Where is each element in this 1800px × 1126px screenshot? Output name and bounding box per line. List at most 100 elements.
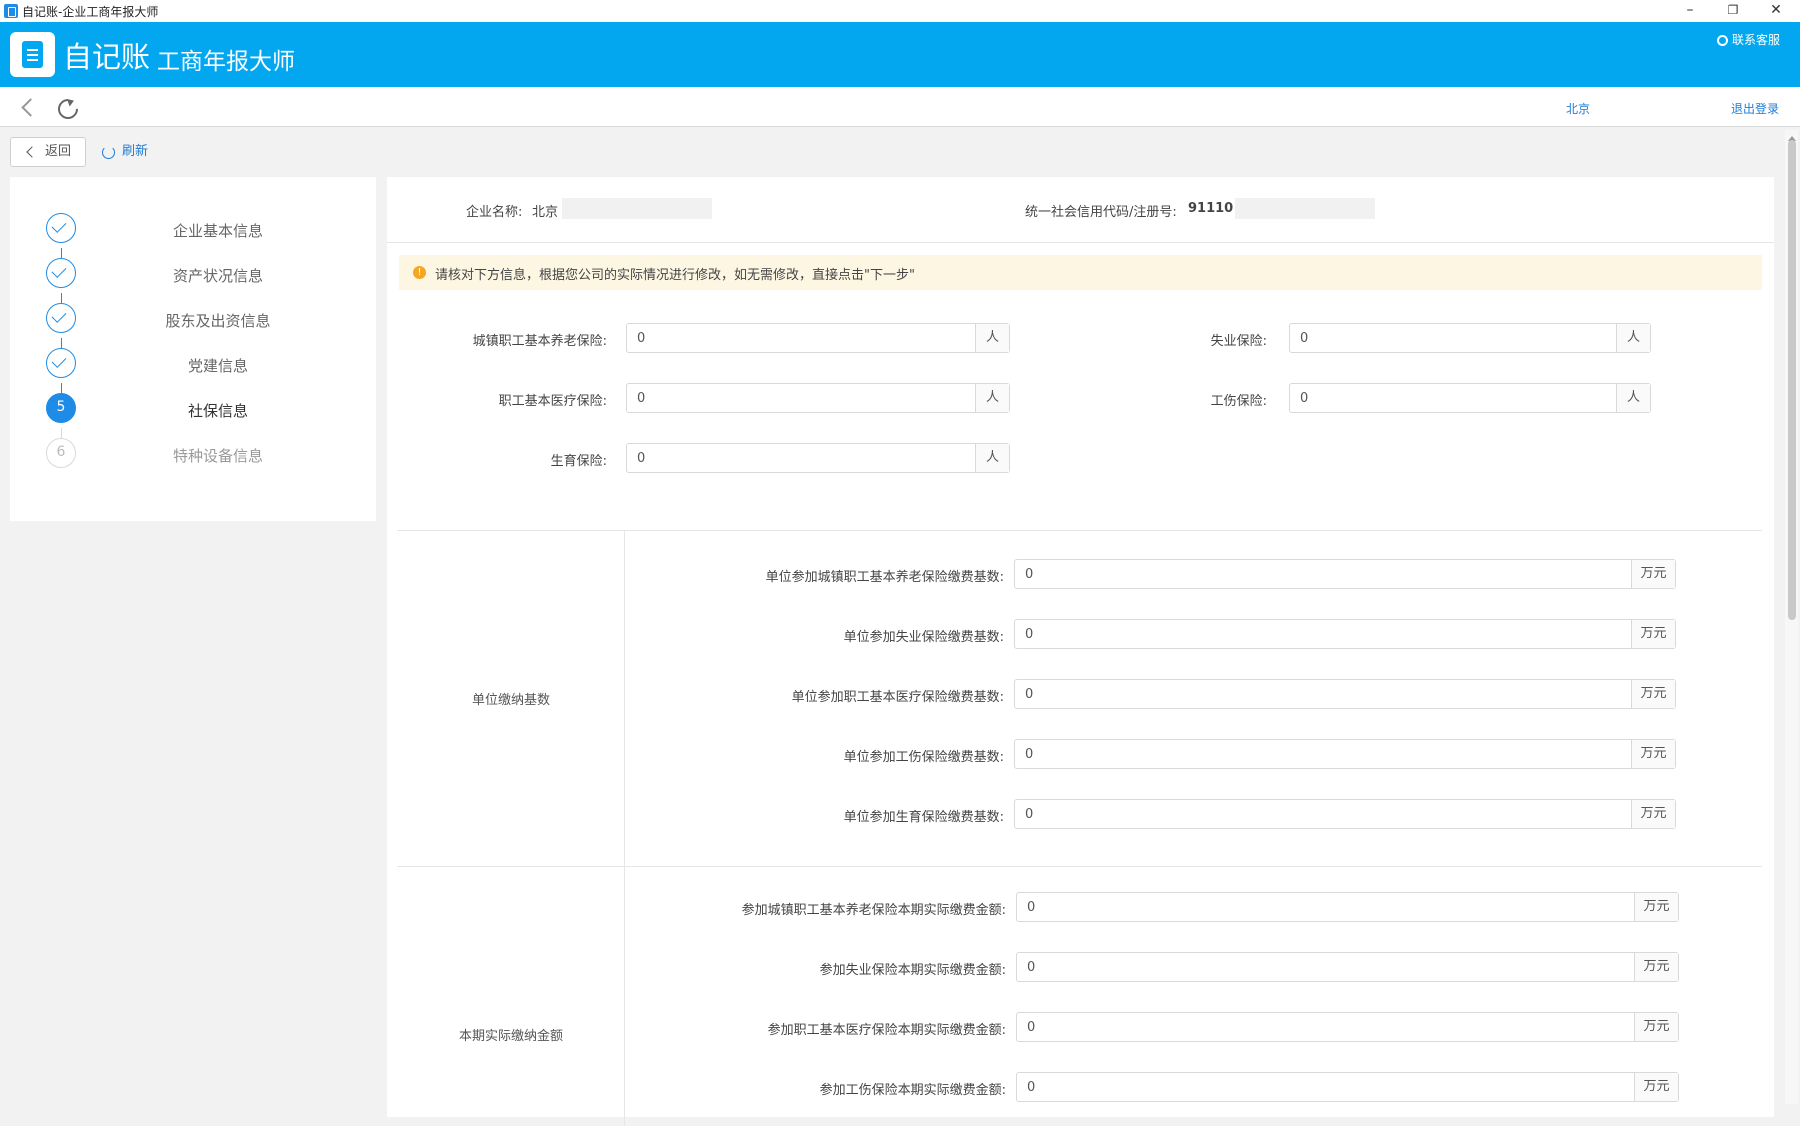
company-name-value: 北京 — [532, 205, 559, 220]
unit-label: 人 — [1616, 324, 1650, 352]
scroll-thumb[interactable] — [1788, 140, 1796, 620]
logout-link[interactable]: 退出登录 — [1731, 100, 1779, 117]
step-special-equipment[interactable]: 6 特种设备信息 — [10, 433, 376, 473]
injury-count-label: 工伤保险: — [1210, 394, 1267, 409]
unit-label: 人 — [975, 384, 1009, 412]
step-assets[interactable]: 资产状况信息 — [10, 253, 376, 293]
step-label: 股东及出资信息 — [165, 312, 271, 330]
check-icon — [46, 258, 76, 288]
base-medical-input[interactable] — [1015, 680, 1633, 708]
step-label: 社保信息 — [187, 402, 248, 420]
notice-banner: ! 请核对下方信息，根据您公司的实际情况进行修改，如无需修改，直接点击"下一步" — [399, 255, 1762, 290]
step-number: 5 — [46, 393, 76, 423]
credit-code-value: 91110 — [1188, 201, 1234, 216]
unit-label: 万元 — [1631, 620, 1675, 648]
check-icon — [46, 348, 76, 378]
medical-count-field: 人 — [626, 383, 1010, 413]
unit-label: 万元 — [1634, 893, 1678, 921]
step-company-basic[interactable]: 企业基本信息 — [10, 208, 376, 248]
unemployment-count-label: 失业保险: — [1210, 334, 1267, 349]
paid-injury-label: 参加工伤保险本期实际缴费金额: — [819, 1083, 1006, 1098]
paid-unemployment-field: 万元 — [1016, 952, 1679, 982]
close-button[interactable]: ✕ — [1756, 0, 1796, 22]
step-label: 特种设备信息 — [172, 447, 263, 465]
restore-button[interactable]: ❐ — [1713, 0, 1753, 22]
base-unemployment-input[interactable] — [1015, 620, 1633, 648]
unit-label: 万元 — [1631, 560, 1675, 588]
unit-label: 万元 — [1634, 1073, 1678, 1101]
base-pension-field: 万元 — [1014, 559, 1676, 589]
base-injury-label: 单位参加工伤保险缴费基数: — [843, 750, 1004, 765]
paid-pension-label: 参加城镇职工基本养老保险本期实际缴费金额: — [741, 903, 1006, 918]
base-maternity-input[interactable] — [1015, 800, 1633, 828]
section-side — [397, 867, 625, 1126]
step-social-insurance[interactable]: 5 社保信息 — [10, 388, 376, 428]
injury-count-input[interactable] — [1290, 384, 1618, 412]
minimize-button[interactable]: – — [1670, 0, 1710, 22]
section-title: 本期实际缴纳金额 — [458, 1029, 563, 1044]
base-maternity-label: 单位参加生育保险缴费基数: — [843, 810, 1004, 825]
step-party-building[interactable]: 党建信息 — [10, 343, 376, 383]
base-injury-input[interactable] — [1015, 740, 1633, 768]
paid-medical-input[interactable] — [1017, 1013, 1636, 1041]
return-button[interactable]: 返回 — [10, 137, 86, 167]
paid-pension-field: 万元 — [1016, 892, 1679, 922]
paid-pension-input[interactable] — [1017, 893, 1636, 921]
region-link[interactable]: 北京 — [1566, 100, 1590, 117]
paid-injury-field: 万元 — [1016, 1072, 1679, 1102]
step-shareholders[interactable]: 股东及出资信息 — [10, 298, 376, 338]
unit-label: 人 — [975, 324, 1009, 352]
unit-label: 万元 — [1634, 953, 1678, 981]
contact-service-link[interactable]: 联系客服 — [1716, 31, 1780, 48]
headset-icon — [1716, 35, 1728, 46]
reload-icon[interactable] — [56, 97, 76, 117]
product-name: 工商年报大师 — [157, 49, 295, 75]
medical-count-label: 职工基本医疗保险: — [498, 394, 607, 409]
redacted-mask — [562, 198, 712, 219]
unit-label: 万元 — [1631, 740, 1675, 768]
injury-count-field: 人 — [1289, 383, 1651, 413]
steps-panel: 企业基本信息 资产状况信息 股东及出资信息 党建信息 5 社保信息 6 特种设备… — [10, 177, 376, 521]
nav-bar: 北京 退出登录 — [0, 87, 1800, 127]
vertical-scrollbar[interactable] — [1785, 130, 1798, 1104]
base-medical-field: 万元 — [1014, 679, 1676, 709]
redacted-mask — [1235, 198, 1375, 219]
unit-label: 万元 — [1631, 800, 1675, 828]
paid-unemployment-input[interactable] — [1017, 953, 1636, 981]
maternity-count-label: 生育保险: — [550, 454, 607, 469]
paid-injury-input[interactable] — [1017, 1073, 1636, 1101]
step-label: 党建信息 — [187, 357, 248, 375]
unit-label: 人 — [975, 444, 1009, 472]
unemployment-count-field: 人 — [1289, 323, 1651, 353]
contact-service-label: 联系客服 — [1731, 33, 1780, 47]
back-arrow-icon[interactable] — [20, 97, 36, 117]
unit-label: 万元 — [1634, 1013, 1678, 1041]
pension-count-input[interactable] — [627, 324, 967, 352]
app-icon — [4, 4, 18, 18]
window-title: 自记账-企业工商年报大师 — [22, 5, 159, 19]
step-label: 资产状况信息 — [172, 267, 263, 285]
actual-paid-section: 本期实际缴纳金额 参加城镇职工基本养老保险本期实际缴费金额: 万元 参加失业保险… — [397, 866, 1762, 1126]
check-icon — [46, 213, 76, 243]
base-unemployment-label: 单位参加失业保险缴费基数: — [843, 630, 1004, 645]
paid-medical-field: 万元 — [1016, 1012, 1679, 1042]
base-pension-input[interactable] — [1015, 560, 1633, 588]
base-unemployment-field: 万元 — [1014, 619, 1676, 649]
base-pension-label: 单位参加城镇职工基本养老保险缴费基数: — [765, 570, 1004, 585]
pension-count-label: 城镇职工基本养老保险: — [472, 334, 607, 349]
refresh-button[interactable]: 刷新 — [100, 137, 148, 167]
company-info-header: 企业名称: 北京 统一社会信用代码/注册号: 91110 — [387, 177, 1774, 243]
medical-count-input[interactable] — [627, 384, 967, 412]
check-icon — [46, 303, 76, 333]
section-title: 单位缴纳基数 — [471, 693, 550, 708]
window-titlebar: 自记账-企业工商年报大师 – ❐ ✕ — [0, 0, 1800, 22]
main-panel: 企业名称: 北京 统一社会信用代码/注册号: 91110 ! 请核对下方信息，根… — [387, 177, 1774, 1126]
unemployment-count-input[interactable] — [1290, 324, 1618, 352]
pension-count-field: 人 — [626, 323, 1010, 353]
maternity-count-input[interactable] — [627, 444, 967, 472]
step-number: 6 — [46, 438, 76, 468]
company-name-label: 企业名称: — [466, 205, 523, 220]
paid-unemployment-label: 参加失业保险本期实际缴费金额: — [819, 963, 1006, 978]
maternity-count-field: 人 — [626, 443, 1010, 473]
credit-code-label: 统一社会信用代码/注册号: — [1025, 205, 1177, 220]
